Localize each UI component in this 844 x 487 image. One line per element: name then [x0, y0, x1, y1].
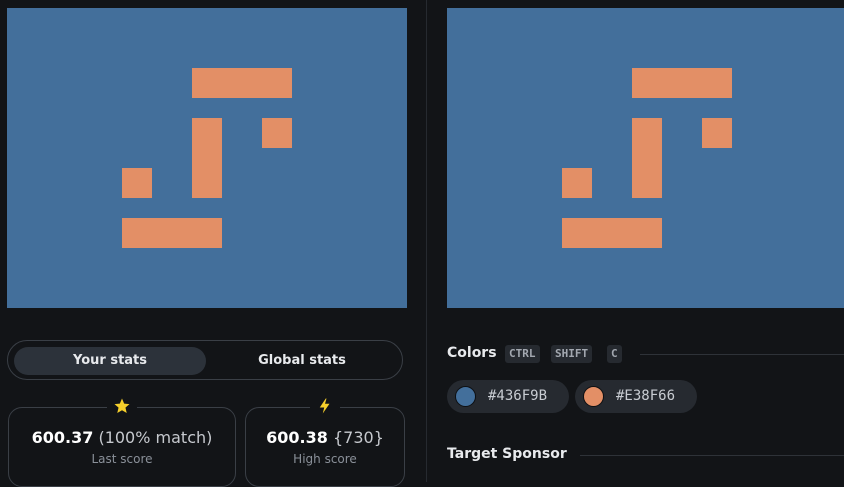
shortcut-key: CTRL — [505, 345, 540, 363]
high-score-value: 600.38 — [266, 428, 328, 447]
shape-block — [122, 168, 152, 198]
shape-block — [702, 118, 732, 148]
target-sponsor-heading: Target Sponsor — [447, 446, 567, 462]
color-hex: #436F9B — [488, 388, 548, 404]
shape-block — [632, 118, 662, 198]
last-score-card: 600.37 (100% match) Last score — [8, 397, 236, 487]
high-score-label: High score — [293, 452, 357, 466]
color-hex: #E38F66 — [616, 388, 676, 404]
high-score-card: 600.38 {730} High score — [245, 397, 405, 487]
section-divider — [580, 455, 844, 456]
color-swatch[interactable]: #436F9B — [447, 380, 569, 413]
color-dot — [455, 386, 476, 407]
tab-your-stats[interactable]: Your stats — [14, 347, 206, 375]
section-divider — [640, 354, 844, 355]
star-icon — [107, 397, 137, 415]
panel-divider — [426, 0, 427, 482]
stats-tabs: Your stats Global stats — [7, 340, 403, 380]
output-canvas — [7, 8, 407, 308]
shortcut-key: C — [607, 345, 622, 363]
shape-block — [192, 118, 222, 198]
colors-heading: Colors — [447, 345, 497, 361]
lightning-icon — [310, 397, 340, 415]
shape-block — [262, 118, 292, 148]
shape-block — [562, 218, 662, 248]
color-swatch[interactable]: #E38F66 — [575, 380, 697, 413]
shape-block — [562, 168, 592, 198]
shape-block — [632, 68, 732, 98]
shape-block — [192, 68, 292, 98]
last-score-detail: (100% match) — [98, 428, 213, 447]
last-score-label: Last score — [91, 452, 153, 466]
high-score-detail: {730} — [332, 428, 384, 447]
tab-global-stats[interactable]: Global stats — [206, 347, 398, 375]
shortcut-key: SHIFT — [551, 345, 593, 363]
target-canvas — [447, 8, 844, 308]
shape-block — [122, 218, 222, 248]
last-score-value: 600.37 — [31, 428, 94, 447]
color-dot — [583, 386, 604, 407]
